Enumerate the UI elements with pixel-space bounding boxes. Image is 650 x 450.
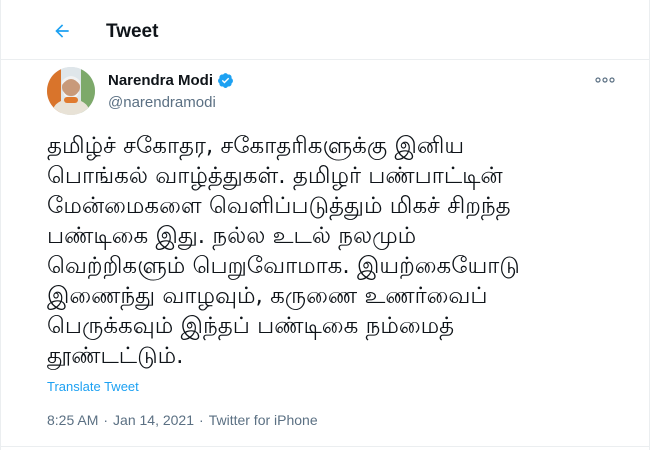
- tweet-page: Tweet Narendra Modi @narendramodi தமிழ்ச…: [0, 0, 650, 450]
- back-button[interactable]: [45, 14, 79, 48]
- more-horizontal-icon: [595, 77, 615, 83]
- user-name[interactable]: Narendra Modi: [108, 72, 213, 89]
- page-title: Tweet: [106, 21, 159, 42]
- meta-separator: ·: [103, 412, 109, 428]
- header: Tweet: [1, 0, 649, 60]
- translate-tweet-link[interactable]: Translate Tweet: [47, 379, 139, 394]
- tweet-date[interactable]: Jan 14, 2021: [113, 412, 194, 428]
- user-name-row: Narendra Modi: [108, 72, 234, 89]
- divider: [1, 446, 649, 447]
- meta-separator: ·: [199, 412, 204, 428]
- tweet-text: தமிழ்ச் சகோதர, சகோதரிகளுக்கு இனிய பொங்கல…: [47, 133, 520, 369]
- tweet-source[interactable]: Twitter for iPhone: [209, 412, 318, 428]
- user-handle[interactable]: @narendramodi: [108, 94, 216, 111]
- more-options-button[interactable]: [593, 70, 617, 90]
- avatar-image: [47, 67, 95, 115]
- arrow-left-icon: [55, 24, 69, 38]
- verified-badge-icon: [218, 73, 233, 88]
- tweet-time[interactable]: 8:25 AM: [47, 412, 98, 428]
- avatar[interactable]: [47, 67, 95, 115]
- tweet-meta: 8:25 AM · Jan 14, 2021 · Twitter for iPh…: [47, 412, 318, 428]
